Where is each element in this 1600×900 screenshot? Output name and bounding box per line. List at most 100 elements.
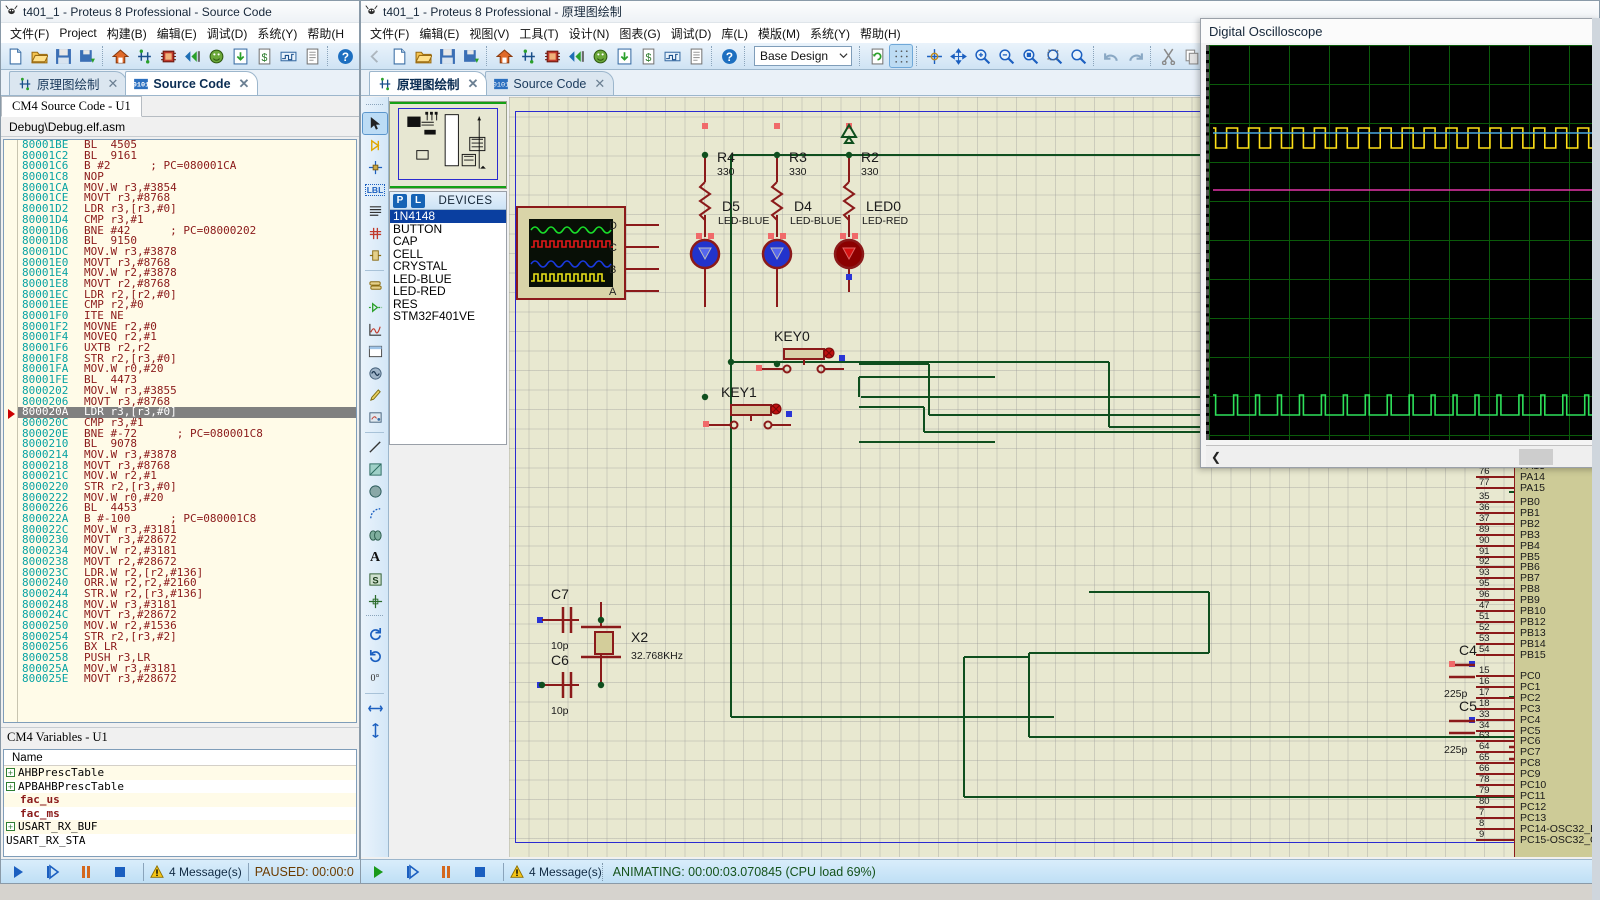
menu-item-3[interactable]: 工具(T) xyxy=(514,24,563,43)
menu-item-3[interactable]: 编辑(E) xyxy=(152,24,202,43)
tab-0[interactable]: 原理图绘制✕ xyxy=(9,71,127,95)
expand-icon[interactable]: + xyxy=(6,822,15,831)
menu-item-1[interactable]: 编辑(E) xyxy=(414,24,464,43)
device-pins-mode-icon[interactable] xyxy=(363,297,387,318)
variable-row[interactable]: +AHBPrescTable xyxy=(4,766,356,780)
bus-mode-icon[interactable] xyxy=(363,223,387,244)
close-icon[interactable]: ✕ xyxy=(108,76,119,92)
device-list-item[interactable]: LED-RED xyxy=(390,285,506,298)
tab-active-1[interactable]: 0101Source Code✕ xyxy=(125,71,258,95)
3d-viewer-icon[interactable] xyxy=(181,45,203,67)
redo-icon[interactable] xyxy=(1124,45,1146,67)
text-tool-icon[interactable]: A xyxy=(363,547,387,568)
zoom-out-icon[interactable] xyxy=(995,45,1017,67)
virtual-instruments-mode-icon[interactable] xyxy=(363,407,387,428)
menu-item-8[interactable]: 模版(M) xyxy=(753,24,805,43)
toggle-grid-icon[interactable] xyxy=(890,45,912,67)
notes-icon[interactable] xyxy=(685,45,707,67)
graph-icon[interactable] xyxy=(661,45,683,67)
run-button[interactable] xyxy=(361,861,395,883)
path-tool-icon[interactable] xyxy=(363,525,387,546)
menu-item-7[interactable]: 库(L) xyxy=(716,24,753,43)
menu-item-0[interactable]: 文件(F) xyxy=(5,24,54,43)
mirror-vertical-icon[interactable] xyxy=(363,720,387,741)
close-icon[interactable]: ✕ xyxy=(239,76,250,92)
menu-item-4[interactable]: 调试(D) xyxy=(202,24,253,43)
menu-item-6[interactable]: 帮助(H xyxy=(302,24,349,43)
device-list-item[interactable]: CAP xyxy=(390,235,506,248)
schematic-overview-panel[interactable] xyxy=(389,101,507,189)
new-file-icon[interactable] xyxy=(4,45,26,67)
back-icon[interactable] xyxy=(364,45,386,67)
design-selector[interactable]: Base Design xyxy=(754,46,852,66)
expand-icon[interactable]: + xyxy=(6,768,15,777)
menu-item-9[interactable]: 系统(Y) xyxy=(805,24,855,43)
probe-mode-icon[interactable] xyxy=(363,385,387,406)
export-icon[interactable] xyxy=(229,45,251,67)
menu-item-5[interactable]: 图表(G) xyxy=(614,24,665,43)
pick-device-button[interactable]: P xyxy=(393,194,407,208)
save-icon[interactable] xyxy=(52,45,74,67)
help-icon[interactable]: ? xyxy=(334,45,356,67)
toolbar-grip[interactable] xyxy=(366,615,383,621)
device-list-item[interactable]: STM32F401VE xyxy=(390,310,506,323)
graph-mode-icon[interactable] xyxy=(363,319,387,340)
digital-oscilloscope-window[interactable]: Digital Oscilloscope ❮ xyxy=(1200,18,1600,468)
component-mode-icon[interactable] xyxy=(363,135,387,156)
scrollbar-thumb[interactable] xyxy=(1519,449,1553,465)
library-manager-button[interactable]: L xyxy=(411,194,425,208)
devices-list[interactable]: 1N4148BUTTONCAPCELLCRYSTALLED-BLUELED-RE… xyxy=(390,210,506,323)
help-icon[interactable]: ? xyxy=(718,45,740,67)
menu-item-10[interactable]: 帮助(H) xyxy=(855,24,906,43)
menu-item-1[interactable]: Project xyxy=(54,25,101,41)
selection-mode-icon[interactable] xyxy=(363,113,387,134)
undo-icon[interactable] xyxy=(1100,45,1122,67)
menu-item-2[interactable]: 视图(V) xyxy=(464,24,514,43)
pcb-layout-icon[interactable] xyxy=(157,45,179,67)
variable-row[interactable]: +APBAHBPrescTable xyxy=(4,780,356,794)
home-icon[interactable] xyxy=(493,45,515,67)
new-file-icon[interactable] xyxy=(388,45,410,67)
pause-button[interactable] xyxy=(69,861,103,883)
devices-panel[interactable]: P L DEVICES 1N4148BUTTONCAPCELLCRYSTALLE… xyxy=(389,191,507,445)
chevron-down-icon[interactable] xyxy=(835,49,851,63)
bill-of-materials-icon[interactable] xyxy=(589,45,611,67)
circle-tool-icon[interactable] xyxy=(363,481,387,502)
bill-of-materials-icon[interactable] xyxy=(205,45,227,67)
stop-button[interactable] xyxy=(103,861,137,883)
open-file-icon[interactable] xyxy=(28,45,50,67)
schematic-capture-icon[interactable] xyxy=(517,45,539,67)
graph-icon[interactable] xyxy=(277,45,299,67)
symbol-tool-icon[interactable]: S xyxy=(363,569,387,590)
variables-panel[interactable]: Name +AHBPrescTable+APBAHBPrescTablefac_… xyxy=(3,749,357,857)
schematic-message-status[interactable]: 4 Message(s) xyxy=(510,865,602,879)
export-icon[interactable] xyxy=(613,45,635,67)
toolbar-grip[interactable] xyxy=(366,104,383,110)
cost-report-icon[interactable]: $ xyxy=(637,45,659,67)
save-all-icon[interactable] xyxy=(76,45,98,67)
stop-button[interactable] xyxy=(463,861,497,883)
marker-tool-icon[interactable] xyxy=(363,591,387,612)
oscilloscope-hscrollbar[interactable]: ❮ xyxy=(1206,445,1599,467)
device-list-item[interactable]: 1N4148 xyxy=(390,210,506,223)
zoom-selection-icon[interactable] xyxy=(1067,45,1089,67)
home-icon[interactable] xyxy=(109,45,131,67)
oscilloscope-screen[interactable] xyxy=(1206,45,1599,440)
save-all-icon[interactable] xyxy=(460,45,482,67)
rotation-angle-field[interactable]: 0° xyxy=(363,668,387,689)
arc-tool-icon[interactable] xyxy=(363,503,387,524)
menu-item-4[interactable]: 设计(N) xyxy=(564,24,615,43)
expand-icon[interactable]: + xyxy=(6,782,15,791)
3d-viewer-icon[interactable] xyxy=(565,45,587,67)
variable-row[interactable]: +USART_RX_BUF xyxy=(4,820,356,834)
step-button[interactable] xyxy=(35,861,69,883)
rotate-clockwise-icon[interactable] xyxy=(363,624,387,645)
cost-report-icon[interactable]: $ xyxy=(253,45,275,67)
mirror-horizontal-icon[interactable] xyxy=(363,698,387,719)
menu-item-5[interactable]: 系统(Y) xyxy=(252,24,302,43)
step-button[interactable] xyxy=(395,861,429,883)
pause-button[interactable] xyxy=(429,861,463,883)
run-button[interactable] xyxy=(1,861,35,883)
notes-icon[interactable] xyxy=(301,45,323,67)
variable-row[interactable]: fac_ms xyxy=(4,807,356,821)
